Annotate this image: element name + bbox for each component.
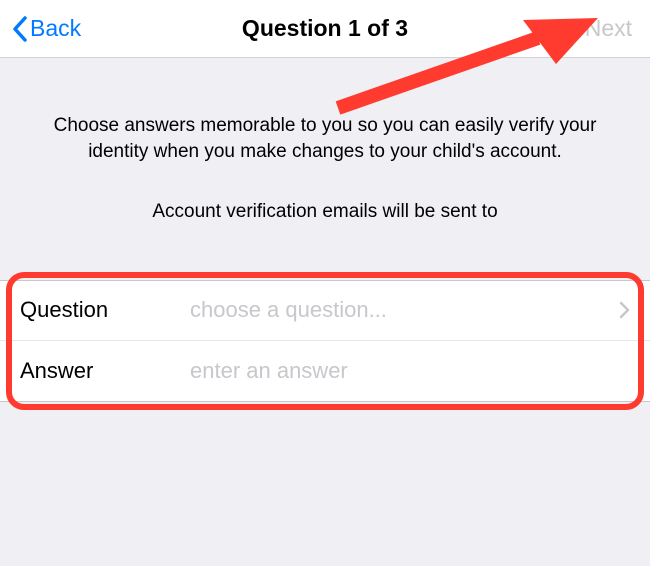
- question-row[interactable]: Question choose a question...: [0, 281, 650, 341]
- verification-note: Account verification emails will be sent…: [0, 164, 650, 225]
- question-placeholder: choose a question...: [190, 297, 619, 323]
- chevron-right-icon: [619, 301, 630, 319]
- instruction-text: Choose answers memorable to you so you c…: [0, 58, 650, 164]
- page-title: Question 1 of 3: [242, 15, 408, 42]
- navigation-bar: Back Question 1 of 3 Next: [0, 0, 650, 58]
- back-button[interactable]: Back: [10, 15, 81, 42]
- content-area: Choose answers memorable to you so you c…: [0, 58, 650, 402]
- question-label: Question: [20, 297, 190, 323]
- answer-placeholder: enter an answer: [190, 358, 630, 384]
- answer-label: Answer: [20, 358, 190, 384]
- form-container: Question choose a question... Answer ent…: [0, 280, 650, 402]
- form-group: Question choose a question... Answer ent…: [0, 280, 650, 402]
- back-chevron-icon: [12, 16, 28, 42]
- next-button[interactable]: Next: [585, 15, 640, 42]
- back-label: Back: [30, 15, 81, 42]
- answer-row[interactable]: Answer enter an answer: [0, 341, 650, 401]
